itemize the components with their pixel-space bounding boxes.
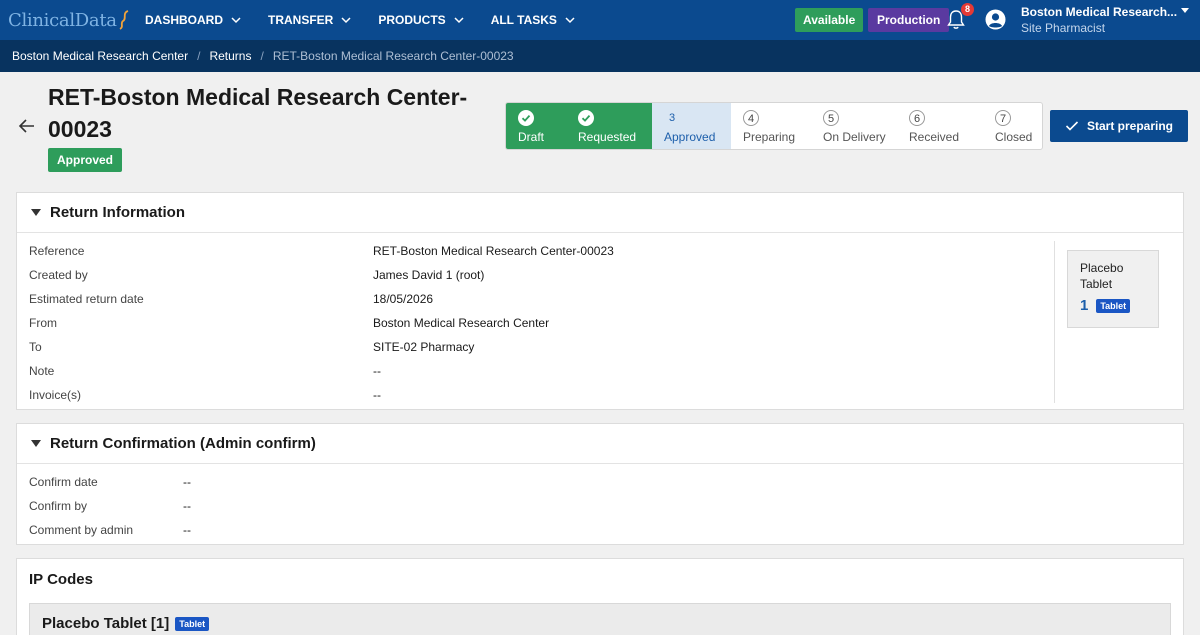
breadcrumb-current: RET-Boston Medical Research Center-00023	[272, 49, 514, 63]
step-on-delivery-number: 5	[823, 110, 839, 126]
main-nav: DASHBOARD TRANSFER PRODUCTS ALL TASKS	[145, 0, 602, 40]
info-key: To	[29, 340, 42, 354]
collapse-triangle-icon	[31, 208, 41, 216]
step-approved: 3 Approved	[652, 103, 731, 149]
return-confirmation-title: Return Confirmation (Admin confirm)	[50, 435, 316, 452]
ip-codes-panel: IP Codes Placebo Tablet [1] Tablet	[16, 558, 1184, 635]
step-preparing-number: 4	[743, 110, 759, 126]
confirm-key: Confirm by	[29, 499, 88, 513]
info-key: Note	[29, 364, 55, 378]
breadcrumb: Boston Medical Research Center / Returns…	[0, 40, 1200, 72]
status-badge: Approved	[48, 148, 123, 172]
ip-code-group-name: Placebo Tablet [1]	[42, 615, 170, 632]
confirm-value: --	[183, 523, 191, 537]
nav-transfer[interactable]: TRANSFER	[268, 0, 351, 40]
top-navbar: ClinicalData DASHBOARD TRANSFER PRODUCTS…	[0, 0, 1200, 40]
check-icon	[1065, 121, 1079, 131]
notification-count-badge: 8	[961, 3, 974, 16]
chevron-down-icon	[231, 17, 241, 24]
return-information-title: Return Information	[50, 204, 185, 221]
info-value: James David 1 (root)	[373, 268, 485, 282]
ip-code-group-tag: Tablet	[175, 616, 210, 631]
check-icon	[578, 110, 594, 126]
breadcrumb-separator: /	[197, 49, 201, 63]
product-type-tag: Tablet	[1096, 298, 1131, 313]
step-closed-number: 7	[995, 110, 1011, 126]
confirm-value: --	[183, 499, 191, 513]
step-received-label: Received	[909, 130, 960, 144]
step-requested: Requested	[566, 103, 652, 149]
return-information-panel: Return Information Reference RET-Boston …	[16, 192, 1184, 410]
info-value: --	[373, 388, 381, 402]
workflow-stepper: Draft Requested 3 Approved 4 Preparing 5…	[505, 102, 1043, 150]
start-preparing-label: Start preparing	[1086, 119, 1173, 133]
logo-swirl-icon	[119, 10, 129, 30]
check-icon	[518, 110, 534, 126]
product-summary-card: Placebo Tablet 1 Tablet	[1067, 250, 1159, 328]
return-confirmation-panel: Return Confirmation (Admin confirm) Conf…	[16, 423, 1184, 545]
return-information-header[interactable]: Return Information	[17, 193, 1183, 233]
page-title: RET-Boston Medical Research Center-00023	[48, 84, 468, 142]
product-quantity: 1	[1080, 297, 1089, 314]
step-preparing-label: Preparing	[743, 130, 796, 144]
info-key: Estimated return date	[29, 292, 144, 306]
nav-products-label: PRODUCTS	[378, 13, 446, 27]
nav-all-tasks-label: ALL TASKS	[490, 13, 557, 27]
confirm-value: --	[183, 475, 191, 489]
start-preparing-button[interactable]: Start preparing	[1050, 110, 1188, 142]
step-preparing: 4 Preparing	[731, 103, 811, 149]
user-avatar-icon[interactable]	[985, 9, 1006, 30]
chevron-down-icon	[454, 17, 464, 24]
info-key: From	[29, 316, 57, 330]
info-key: Invoice(s)	[29, 388, 82, 402]
breadcrumb-separator: /	[260, 49, 264, 63]
production-badge[interactable]: Production	[868, 8, 950, 32]
info-key: Reference	[29, 244, 85, 258]
step-on-delivery-label: On Delivery	[823, 130, 886, 144]
step-received-number: 6	[909, 110, 925, 126]
clinicaldata-logo[interactable]: ClinicalData	[8, 6, 130, 34]
step-closed-label: Closed	[995, 130, 1033, 144]
step-closed: 7 Closed	[983, 103, 1042, 149]
caret-down-icon[interactable]	[1180, 7, 1190, 15]
panel-divider	[1054, 241, 1055, 403]
back-arrow-icon[interactable]	[18, 117, 36, 135]
user-role: Site Pharmacist	[1021, 21, 1106, 35]
step-on-delivery: 5 On Delivery	[811, 103, 897, 149]
product-name: Placebo Tablet	[1080, 261, 1124, 291]
ip-code-group[interactable]: Placebo Tablet [1] Tablet	[29, 603, 1171, 635]
return-confirmation-header[interactable]: Return Confirmation (Admin confirm)	[17, 424, 1183, 464]
ip-codes-title: IP Codes	[29, 571, 93, 588]
info-value: --	[373, 364, 381, 378]
nav-dashboard-label: DASHBOARD	[145, 13, 223, 27]
nav-dashboard[interactable]: DASHBOARD	[145, 0, 241, 40]
info-value: RET-Boston Medical Research Center-00023	[373, 244, 614, 258]
chevron-down-icon	[565, 17, 575, 24]
breadcrumb-returns[interactable]: Returns	[209, 49, 251, 63]
product-quantity-row: 1 Tablet	[1080, 297, 1146, 314]
logo-text: ClinicalData	[8, 9, 117, 31]
nav-all-tasks[interactable]: ALL TASKS	[491, 0, 575, 40]
step-draft: Draft	[506, 103, 566, 149]
nav-transfer-label: TRANSFER	[268, 13, 334, 27]
step-draft-label: Draft	[518, 130, 545, 144]
info-value: 18/05/2026	[373, 292, 434, 306]
info-value: Boston Medical Research Center	[373, 316, 550, 330]
collapse-triangle-icon	[31, 439, 41, 447]
step-approved-number: 3	[668, 112, 676, 124]
breadcrumb-site[interactable]: Boston Medical Research Center	[12, 49, 188, 63]
step-requested-label: Requested	[578, 130, 637, 144]
info-value: SITE-02 Pharmacy	[373, 340, 475, 354]
confirm-key: Comment by admin	[29, 523, 134, 537]
step-approved-label: Approved	[664, 130, 716, 144]
chevron-down-icon	[341, 17, 351, 24]
nav-products[interactable]: PRODUCTS	[378, 0, 464, 40]
user-name[interactable]: Boston Medical Research...	[1021, 5, 1177, 19]
available-badge[interactable]: Available	[795, 8, 864, 32]
confirm-key: Confirm date	[29, 475, 98, 489]
info-key: Created by	[29, 268, 88, 282]
step-received: 6 Received	[897, 103, 983, 149]
